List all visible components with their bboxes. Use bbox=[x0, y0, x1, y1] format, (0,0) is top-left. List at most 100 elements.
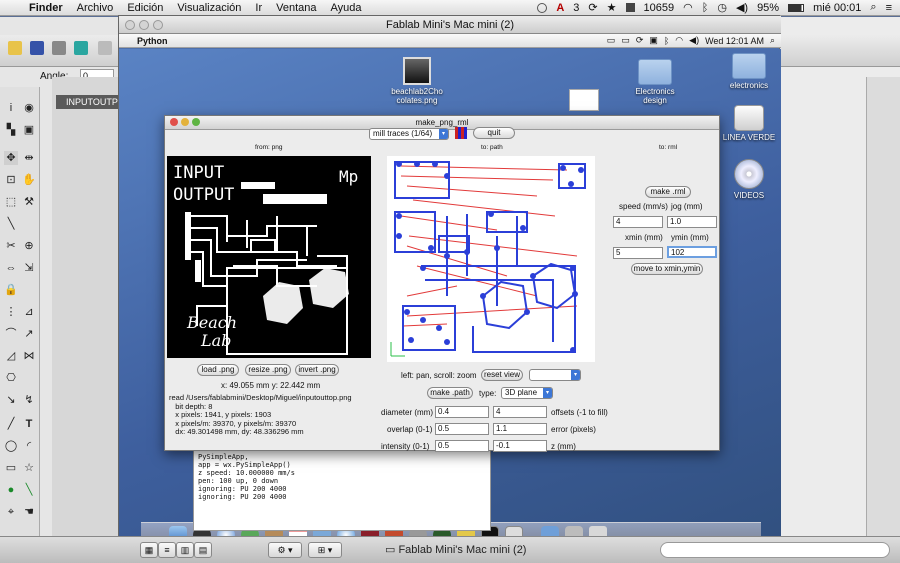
mirror-tool-icon[interactable]: ⇹ bbox=[22, 151, 36, 165]
desktop-icon-linea-verde[interactable]: LINEA VERDE bbox=[719, 105, 779, 142]
pan-tool-icon[interactable]: ✋ bbox=[22, 173, 36, 187]
bend-tool-icon[interactable]: ↯ bbox=[22, 393, 36, 407]
screen-sharing-title-bar[interactable]: Fablab Mini's Mac mini (2) bbox=[119, 16, 781, 34]
layers-tool-icon[interactable]: ◉ bbox=[22, 101, 36, 115]
view-select[interactable]: ▾ bbox=[529, 369, 581, 381]
resize-tool-icon[interactable]: ⇔ bbox=[4, 261, 18, 275]
search-field[interactable] bbox=[660, 542, 890, 558]
rect-tool-icon[interactable]: ▭ bbox=[4, 461, 18, 475]
adobe-icon[interactable]: A bbox=[556, 2, 564, 14]
clock[interactable]: mié 00:01 bbox=[813, 2, 861, 14]
corner-tool-icon[interactable]: ↘ bbox=[4, 393, 18, 407]
ellipse-tool-icon[interactable]: ◯ bbox=[4, 439, 18, 453]
remote-wifi-icon[interactable]: ◠ bbox=[675, 35, 683, 46]
menu-ir[interactable]: Ir bbox=[248, 2, 269, 14]
marquee-tool-icon[interactable]: ⬚ bbox=[4, 195, 18, 209]
zoom-window-button[interactable] bbox=[153, 20, 163, 30]
star-icon[interactable]: ★ bbox=[607, 1, 617, 14]
view-list-button[interactable]: ≡ bbox=[158, 542, 176, 558]
notification-count[interactable]: 3 bbox=[573, 2, 579, 14]
arc-tool-icon[interactable]: ◜ bbox=[22, 439, 36, 453]
jog-field[interactable]: 1.0 bbox=[667, 216, 717, 228]
document-tab[interactable]: INPUTOUTPUT bbox=[56, 95, 120, 109]
select-tool-icon[interactable]: ▚ bbox=[4, 123, 18, 137]
list-icon[interactable]: ≡ bbox=[886, 2, 892, 14]
view-column-button[interactable]: ▥ bbox=[176, 542, 194, 558]
terminal-window[interactable]: PySimpleApp, app = wx.PySimpleApp() z sp… bbox=[193, 449, 491, 531]
make-rml-button[interactable]: make .rml bbox=[645, 186, 691, 198]
menu-archivo[interactable]: Archivo bbox=[70, 2, 121, 14]
snap-tool-icon[interactable]: ⊕ bbox=[22, 239, 36, 253]
view-icon[interactable] bbox=[98, 41, 112, 55]
move-to-xmin-ymin-button[interactable]: move to xmin,ymin bbox=[631, 263, 703, 275]
desktop-icon-white-image[interactable] bbox=[567, 89, 601, 111]
wifi-icon[interactable]: ◠ bbox=[683, 1, 693, 14]
view-icon-button[interactable]: ▦ bbox=[140, 542, 158, 558]
connector-tool-icon[interactable]: ╲ bbox=[22, 483, 36, 497]
curve-tool-icon[interactable]: ⌒ bbox=[4, 327, 18, 341]
save-icon[interactable] bbox=[30, 41, 44, 55]
star-tool-icon[interactable]: ☆ bbox=[22, 461, 36, 475]
node-tool-icon[interactable]: ⋈ bbox=[22, 349, 36, 363]
desktop-icon-videos[interactable]: VIDEOS bbox=[719, 159, 779, 200]
invert-png-button[interactable]: invert .png bbox=[295, 364, 339, 376]
menu-visualizacion[interactable]: Visualización bbox=[170, 2, 248, 14]
menu-finder[interactable]: Finder bbox=[22, 2, 70, 14]
process-select[interactable]: mill traces (1/64) ▾ bbox=[369, 128, 449, 140]
volume-icon[interactable]: ◀) bbox=[736, 1, 748, 14]
export-icon[interactable] bbox=[74, 41, 88, 55]
move-tool-icon[interactable]: ✥ bbox=[4, 151, 18, 165]
bluetooth-icon[interactable]: ᛒ bbox=[702, 2, 709, 14]
time-machine-icon[interactable]: ◷ bbox=[717, 1, 727, 14]
remote-menu-python[interactable]: Python bbox=[137, 36, 176, 46]
type-select[interactable]: 3D plane ▾ bbox=[501, 387, 553, 399]
close-window-button[interactable] bbox=[125, 20, 135, 30]
draw-line-icon[interactable]: ╱ bbox=[4, 417, 18, 431]
remote-screen-icon[interactable]: ▣ bbox=[649, 35, 658, 46]
intensity-field[interactable]: 0.5 bbox=[435, 440, 489, 452]
fit-tool-icon[interactable]: ⇲ bbox=[22, 261, 36, 275]
view-flow-button[interactable]: ▤ bbox=[194, 542, 212, 558]
remote-volume-icon[interactable]: ◀) bbox=[689, 35, 699, 46]
hand-tool-icon[interactable]: ☚ bbox=[22, 505, 36, 519]
battery-percent[interactable]: 95% bbox=[757, 2, 779, 14]
overlap-field[interactable]: 0.5 bbox=[435, 423, 489, 435]
remote-display2-icon[interactable]: ▭ bbox=[621, 35, 630, 46]
xmin-field[interactable]: 5 bbox=[613, 247, 663, 259]
cut-tool-icon[interactable]: ✂ bbox=[4, 239, 18, 253]
load-png-button[interactable]: load .png bbox=[197, 364, 239, 376]
make-path-button[interactable]: make .path bbox=[427, 387, 473, 399]
resize-png-button[interactable]: resize .png bbox=[245, 364, 291, 376]
path-tool-icon[interactable]: ↗ bbox=[22, 327, 36, 341]
menu-ventana[interactable]: Ventana bbox=[269, 2, 323, 14]
ymin-field[interactable]: 102 bbox=[667, 246, 717, 258]
battery-icon[interactable] bbox=[788, 3, 805, 12]
lock-tool-icon[interactable]: 🔒 bbox=[4, 283, 18, 297]
diameter-field[interactable]: 0.4 bbox=[435, 406, 489, 418]
remote-sync-icon[interactable]: ⟳ bbox=[636, 35, 644, 46]
desktop-icon-beachlab[interactable]: beachlab2Cho colates.png bbox=[387, 57, 447, 105]
weld-tool-icon[interactable]: ⎔ bbox=[4, 371, 18, 385]
minimize-button[interactable] bbox=[181, 118, 189, 126]
minimize-window-button[interactable] bbox=[139, 20, 149, 30]
remote-display-icon[interactable]: ▭ bbox=[607, 35, 616, 46]
grid-icon[interactable] bbox=[455, 127, 467, 139]
scale-tool-icon[interactable]: ⊡ bbox=[4, 173, 18, 187]
desktop-icon-electronics-design[interactable]: Electronics design bbox=[625, 59, 685, 105]
polygon-tool-icon[interactable]: ◿ bbox=[4, 349, 18, 363]
menu-edicion[interactable]: Edición bbox=[120, 2, 170, 14]
line-tool-icon[interactable]: ╲ bbox=[4, 217, 18, 231]
close-button[interactable] bbox=[170, 118, 178, 126]
png-preview[interactable]: INPUT OUTPUT Mp Beach Lab bbox=[167, 156, 371, 358]
reset-view-button[interactable]: reset view bbox=[481, 369, 523, 381]
path-preview[interactable] bbox=[387, 156, 595, 362]
zoom-tool-icon[interactable]: ⌖ bbox=[4, 505, 18, 519]
point-tool-icon[interactable]: ● bbox=[4, 483, 18, 497]
edit-tool-icon[interactable]: ▣ bbox=[22, 123, 36, 137]
remote-bluetooth-icon[interactable]: ᛒ bbox=[664, 36, 669, 46]
zoom-button[interactable] bbox=[192, 118, 200, 126]
z-field[interactable]: -0.1 bbox=[493, 440, 547, 452]
grid-tool-icon[interactable]: ⋮ bbox=[4, 305, 18, 319]
text-tool-icon[interactable]: T bbox=[22, 417, 36, 431]
action-button[interactable]: ⚙ ▾ bbox=[268, 542, 302, 558]
